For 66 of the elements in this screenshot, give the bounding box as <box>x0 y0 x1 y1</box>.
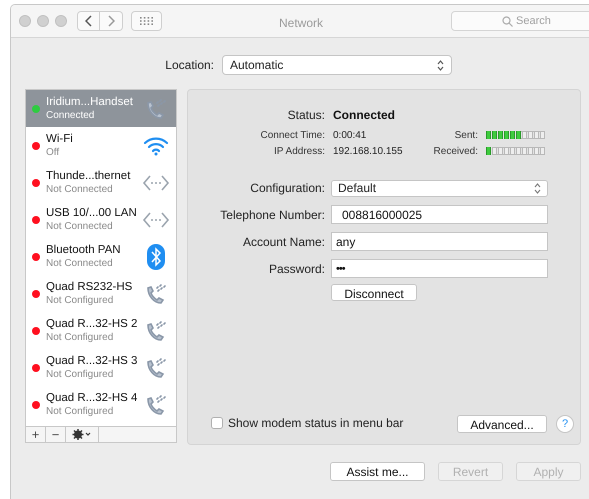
phone-icon <box>144 392 168 416</box>
wifi-icon <box>143 136 169 156</box>
search-icon <box>502 16 513 27</box>
input-field[interactable]: 008816000025 <box>331 205 548 224</box>
chevron-left-icon <box>84 15 92 27</box>
checkbox[interactable] <box>211 417 223 429</box>
grid-icon <box>140 17 153 25</box>
service-status: Not Configured <box>46 330 114 344</box>
search-field[interactable]: Search <box>451 11 589 31</box>
service-status: Connected <box>46 108 96 122</box>
advanced-button[interactable]: Advanced... <box>457 415 547 433</box>
arrows-icon <box>142 174 170 192</box>
service-name: Wi-Fi <box>46 132 74 146</box>
status-value: Connected <box>333 107 396 124</box>
configuration-dropdown[interactable]: Default <box>331 180 548 196</box>
service-name: Quad R...32-HS 3 <box>46 354 138 368</box>
service-name: Quad R...32-HS 4 <box>46 392 138 404</box>
close-button[interactable] <box>19 15 31 27</box>
chevron-updown-icon <box>437 60 444 70</box>
back-button[interactable] <box>77 11 100 31</box>
service-status: Off <box>46 146 60 158</box>
zoom-button[interactable] <box>55 15 67 27</box>
window-title: Network <box>279 15 324 32</box>
list-toolbar-button[interactable]: + <box>26 427 46 442</box>
minimize-button[interactable] <box>37 15 49 27</box>
field-label: IP Address: <box>273 144 325 158</box>
password-field[interactable]: ••• <box>331 259 548 278</box>
service-name: Quad R...32-HS 2 <box>46 318 138 330</box>
field-label: Connect Time: <box>260 128 325 142</box>
disconnect-button[interactable]: Disconnect <box>331 284 417 301</box>
service-status: Not Configured <box>46 368 114 380</box>
checkbox-label: Show modem status in menu bar <box>228 415 404 432</box>
location-dropdown[interactable]: Automatic <box>222 55 452 75</box>
chevron-updown-icon <box>534 182 541 194</box>
field-label: Telephone Number: <box>219 206 325 224</box>
gear-icon <box>72 429 92 440</box>
show-all-button[interactable] <box>131 11 162 31</box>
field-label: Password: <box>268 260 325 278</box>
chevron-right-icon <box>107 15 115 27</box>
service-status: Not Connected <box>46 182 114 196</box>
bluetooth-icon <box>147 244 165 270</box>
service-name: USB 10/...00 LAN <box>46 206 138 220</box>
service-name: Quad RS232-HS <box>46 280 134 294</box>
field-label: Account Name: <box>242 234 325 250</box>
service-name: Bluetooth PAN <box>46 244 122 256</box>
arrows-icon <box>142 210 170 228</box>
service-name: Iridium...Handset <box>46 96 134 108</box>
service-status: Not Configured <box>46 404 114 418</box>
service-status: Not Configured <box>46 294 114 306</box>
service-status: Not Connected <box>46 220 114 232</box>
action-button[interactable]: Assist me... <box>330 462 425 481</box>
input-field[interactable]: any <box>331 232 548 251</box>
field-label: Received: <box>433 144 478 158</box>
phone-icon <box>144 356 168 380</box>
connect-time-value: 0:00:41 <box>333 128 368 142</box>
phone-icon <box>144 96 168 120</box>
phone-icon <box>144 318 168 342</box>
ip-address-value: 192.168.10.155 <box>333 144 404 158</box>
service-name: Thunde...thernet <box>46 170 132 182</box>
list-toolbar-button[interactable]: − <box>46 427 66 442</box>
field-label: Sent: <box>454 128 478 142</box>
field-label: Status: <box>286 107 325 124</box>
field-label: Configuration: <box>249 180 325 197</box>
service-status: Not Connected <box>46 256 114 270</box>
phone-icon <box>144 282 168 306</box>
location-label: Location: <box>164 57 214 74</box>
